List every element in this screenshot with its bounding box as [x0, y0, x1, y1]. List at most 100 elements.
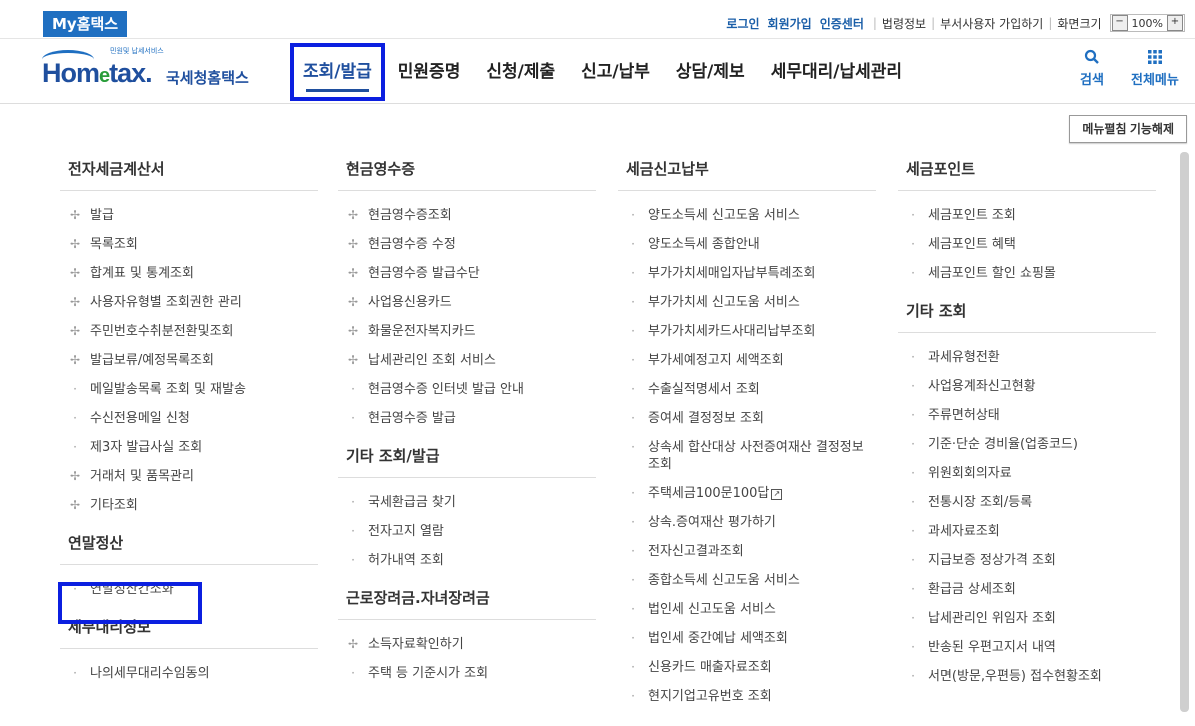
menu-link[interactable]: · 반송된 우편고지서 내역	[898, 633, 1156, 662]
menu-link[interactable]: · 전자신고결과조회	[618, 537, 876, 566]
bullet-icon: ·	[631, 440, 635, 454]
zoom-in-button[interactable]: +	[1167, 15, 1183, 31]
menu-list: · 국세환급금 찾기 · 전자고지 열람 · 허가내역 조회	[338, 488, 596, 575]
menu-link[interactable]: · 지급보증 정상가격 조회	[898, 546, 1156, 575]
menu-link-label: 현금영수증 발급	[368, 411, 456, 426]
menu-link[interactable]: · 국세환급금 찾기	[338, 488, 596, 517]
menu-link[interactable]: · 주택 등 기준시가 조회	[338, 659, 596, 688]
menu-link-label: 증여세 결정정보 조회	[648, 411, 764, 426]
menu-link[interactable]: ✢ 목록조회	[60, 230, 318, 259]
menu-link[interactable]: · 전자고지 열람	[338, 517, 596, 546]
menu-link[interactable]: · 수신전용메일 신청	[60, 404, 318, 433]
menu-link[interactable]: · 현금영수증 발급	[338, 404, 596, 433]
menu-link-label: 사용자유형별 조회권한 관리	[90, 295, 242, 310]
expand-plus-icon: ✢	[69, 208, 81, 222]
menu-link[interactable]: · 납세관리인 위임자 조회	[898, 604, 1156, 633]
menu-link-label: 법인세 중간예납 세액조회	[648, 631, 788, 646]
zoom-out-button[interactable]: −	[1111, 15, 1128, 31]
menu-link[interactable]: · 증여세 결정정보 조회	[618, 404, 876, 433]
menu-link[interactable]: · 기준·단순 경비율(업종코드)	[898, 430, 1156, 459]
all-menu-button[interactable]: 전체메뉴	[1131, 49, 1179, 88]
menu-link[interactable]: · 상속세 합산대상 사전증여재산 결정정보 조회	[618, 433, 876, 479]
menu-list: · 양도소득세 신고도움 서비스 · 양도소득세 종합안내 · 부가가치세매입자납부특례조…	[618, 201, 876, 711]
gnb-apply-submit[interactable]: 신청/제출	[473, 43, 568, 101]
gnb-civil-certificate[interactable]: 민원증명	[385, 43, 474, 101]
menu-collapse-toggle-button[interactable]: 메뉴펼침 기능해제	[1069, 115, 1187, 143]
menu-link[interactable]: · 양도소득세 신고도움 서비스	[618, 201, 876, 230]
menu-link[interactable]: ✢ 사업용신용카드	[338, 288, 596, 317]
menu-link[interactable]: · 제3자 발급사실 조회	[60, 433, 318, 462]
menu-link[interactable]: ✢ 화물운전자복지카드	[338, 317, 596, 346]
certificate-center-link[interactable]: 인증센터	[820, 15, 864, 32]
menu-link-label: 주민번호수취분전환및조회	[90, 324, 234, 339]
menu-link-label: 사업용신용카드	[368, 295, 452, 310]
bullet-icon: ·	[911, 437, 915, 451]
bullet-icon: ·	[911, 611, 915, 625]
menu-link[interactable]: · 양도소득세 종합안내	[618, 230, 876, 259]
menu-link[interactable]: ✢ 발급	[60, 201, 318, 230]
menu-link[interactable]: · 허가내역 조회	[338, 546, 596, 575]
gnb-report-pay[interactable]: 신고/납부	[568, 43, 663, 101]
bullet-icon: ·	[351, 524, 355, 538]
search-button[interactable]: 검색	[1080, 49, 1104, 88]
menu-link[interactable]: · 현지기업고유번호 조회	[618, 682, 876, 711]
dept-user-signup-link[interactable]: 부서사용자 가입하기	[940, 15, 1043, 32]
scrollbar-thumb[interactable]	[1180, 152, 1189, 712]
menu-link[interactable]: · 환급금 상세조회	[898, 575, 1156, 604]
logo-word-e: e	[99, 65, 110, 87]
login-link[interactable]: 로그인	[726, 15, 759, 32]
menu-link[interactable]: ✢ 납세관리인 조회 서비스	[338, 346, 596, 375]
menu-link[interactable]: · 상속.증여재산 평가하기	[618, 508, 876, 537]
menu-link[interactable]: · 부가가치세매입자납부특례조회	[618, 259, 876, 288]
menu-link-label: 위원회회의자료	[928, 466, 1012, 481]
menu-link[interactable]: ✢ 발급보류/예정목록조회	[60, 346, 318, 375]
menu-link[interactable]: · 세금포인트 혜택	[898, 230, 1156, 259]
menu-link-label: 양도소득세 종합안내	[648, 237, 760, 252]
menu-link[interactable]: · 부가가치세 신고도움 서비스	[618, 288, 876, 317]
menu-link[interactable]: ✢ 현금영수증 수정	[338, 230, 596, 259]
menu-link[interactable]: · 서면(방문,우편등) 접수현황조회	[898, 662, 1156, 691]
menu-link[interactable]: · 법인세 중간예납 세액조회	[618, 624, 876, 653]
bullet-icon: ·	[911, 466, 915, 480]
menu-link[interactable]: ✢ 합계표 및 통계조회	[60, 259, 318, 288]
menu-link[interactable]: · 현금영수증 인터넷 발급 안내	[338, 375, 596, 404]
menu-link[interactable]: · 과세유형전환	[898, 343, 1156, 372]
bullet-icon: ·	[351, 382, 355, 396]
menu-link[interactable]: ✢ 거래처 및 품목관리	[60, 462, 318, 491]
menu-link[interactable]: ✢ 소득자료확인하기	[338, 630, 596, 659]
menu-link[interactable]: · 세금포인트 할인 쇼핑몰	[898, 259, 1156, 288]
menu-link[interactable]: ✢ 현금영수증 발급수단	[338, 259, 596, 288]
menu-link-label: 부가가치세매입자납부특례조회	[648, 266, 816, 281]
logo-word-tax: tax.	[109, 58, 153, 88]
menu-link[interactable]: · 주류면허상태	[898, 401, 1156, 430]
menu-link[interactable]: · 신용카드 매출자료조회	[618, 653, 876, 682]
menu-link[interactable]: · 과세자료조회	[898, 517, 1156, 546]
menu-link[interactable]: · 사업용계좌신고현황	[898, 372, 1156, 401]
menu-link-label: 세금포인트 조회	[928, 208, 1016, 223]
menu-link-label: 지급보증 정상가격 조회	[928, 553, 1056, 568]
menu-link[interactable]: · 수출실적명세서 조회	[618, 375, 876, 404]
gnb-inquiry-issue[interactable]: 조회/발급	[290, 43, 385, 101]
menu-link[interactable]: · 세금포인트 조회	[898, 201, 1156, 230]
menu-link[interactable]: · 메일발송목록 조회 및 재발송	[60, 375, 318, 404]
gnb-tax-agent[interactable]: 세무대리/납세관리	[758, 43, 915, 101]
menu-link[interactable]: · 종합소득세 신고도움 서비스	[618, 566, 876, 595]
hometax-logo[interactable]: 민원및 납세서비스 Hometax. 국세청홈택스	[42, 44, 267, 94]
menu-link[interactable]: · 부가세예정고지 세액조회	[618, 346, 876, 375]
gnb-consult-report[interactable]: 상담/제보	[663, 43, 758, 101]
menu-link[interactable]: · 전통시장 조회/등록	[898, 488, 1156, 517]
menu-link[interactable]: ✢ 현금영수증조회	[338, 201, 596, 230]
menu-link[interactable]: · 법인세 신고도움 서비스	[618, 595, 876, 624]
section-title: 세금신고납부	[618, 150, 876, 191]
menu-link[interactable]: · 부가가치세카드사대리납부조회	[618, 317, 876, 346]
menu-link[interactable]: ✢ 사용자유형별 조회권한 관리	[60, 288, 318, 317]
law-info-link[interactable]: 법령정보	[882, 15, 926, 32]
signup-link[interactable]: 회원가입	[768, 15, 812, 32]
menu-link[interactable]: · 나의세무대리수임동의	[60, 659, 318, 688]
menu-link[interactable]: · 주택세금100문100답 ↗	[618, 479, 876, 508]
menu-link[interactable]: · 위원회회의자료	[898, 459, 1156, 488]
menu-link[interactable]: ✢ 주민번호수취분전환및조회	[60, 317, 318, 346]
menu-link[interactable]: ✢ 기타조회	[60, 491, 318, 520]
scrollbar[interactable]	[1180, 152, 1189, 712]
my-hometax-button[interactable]: My홈택스	[43, 11, 128, 37]
